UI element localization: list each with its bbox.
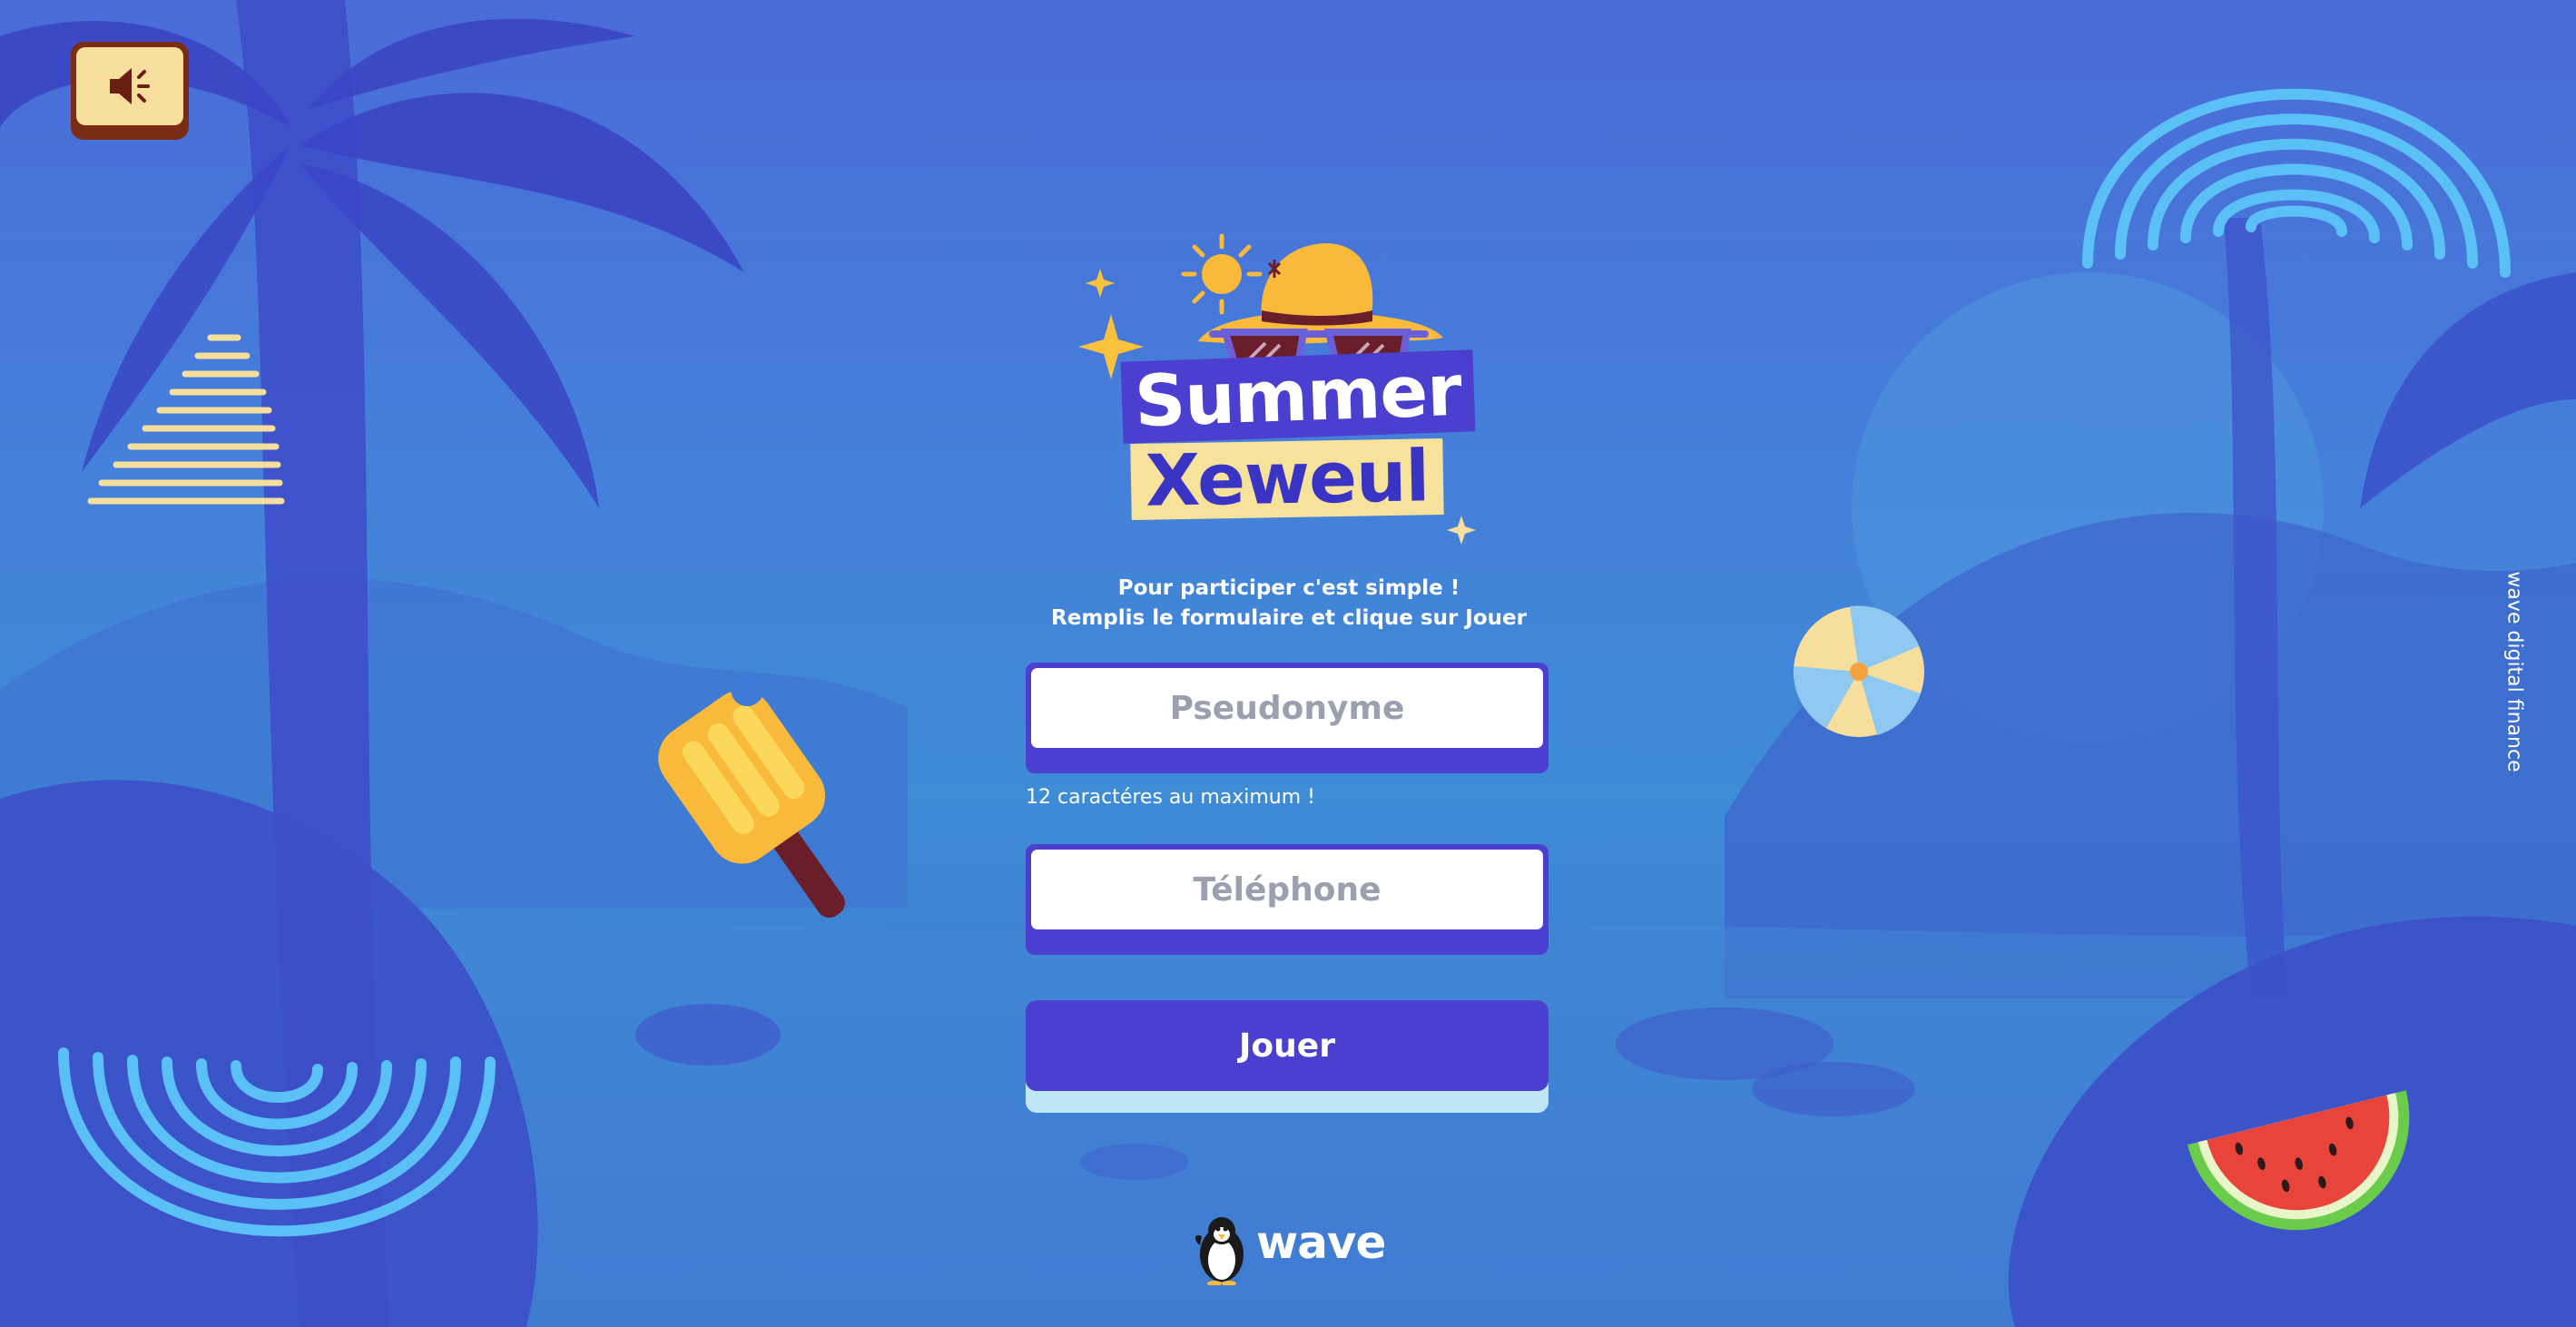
beach-ball-icon [1793,605,1924,737]
summer-xeweul-logo: Summer Xeweul [1062,227,1498,554]
sun-icon [1181,233,1263,315]
wave-brand: wave [1195,1213,1412,1285]
sound-toggle-button[interactable] [71,42,189,140]
play-button[interactable]: Jouer [1026,1000,1549,1113]
sound-toggle-face [76,47,183,125]
phone-input[interactable] [1031,850,1543,929]
sparkle-icon [1086,269,1115,298]
logo-summer-text: Summer [1120,349,1476,444]
pseudonym-hint: 12 caractéres au maximum ! [1026,786,1315,809]
intro-line-2: Remplis le formulaire et clique sur Joue… [1051,606,1527,630]
intro-line-1: Pour participer c'est simple ! [1117,576,1460,600]
brand-name: wave [1256,1216,1386,1269]
speaker-icon [110,68,150,104]
side-tagline: wave digital finance [2502,571,2526,772]
logo-xeweul-text: Xeweul [1130,436,1444,523]
game-screen: Summer Xeweul Pour participer c'est simp… [0,0,2576,1327]
play-button-label: Jouer [1026,1000,1549,1091]
rainbow-scribble-top-right [2082,88,2511,278]
sparkle-icon [1447,516,1476,545]
pseudonym-input[interactable] [1031,668,1543,748]
pseudonym-field [1026,663,1549,773]
intro-text: Pour participer c'est simple ! Remplis l… [1026,574,1552,634]
penguin-icon [1195,1217,1244,1285]
phone-field [1026,844,1549,955]
